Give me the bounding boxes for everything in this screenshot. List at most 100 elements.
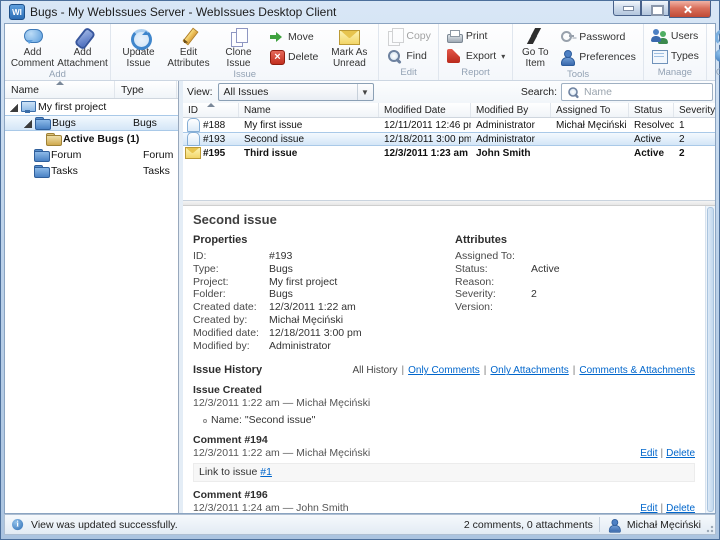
export-pdf-icon bbox=[446, 48, 462, 64]
users-icon bbox=[651, 28, 667, 44]
issue-link[interactable]: #1 bbox=[260, 466, 272, 478]
history-entry-comment-196: Comment #196 12/3/2011 1:24 am — John Sm… bbox=[193, 489, 695, 513]
unread-envelope-icon bbox=[185, 145, 201, 161]
close-connection-icon bbox=[714, 28, 720, 44]
copy-button[interactable]: Copy bbox=[382, 27, 435, 45]
copy-icon bbox=[386, 28, 402, 44]
column-assigned-to[interactable]: Assigned To bbox=[551, 103, 629, 117]
tree-item-active-bugs[interactable]: Active Bugs (1) bbox=[5, 131, 178, 147]
status-message: View was updated successfully. bbox=[31, 519, 178, 531]
entry-actions: Edit|Delete bbox=[640, 502, 695, 513]
update-issue-button[interactable]: Update Issue bbox=[114, 25, 163, 69]
minimize-button[interactable] bbox=[613, 1, 641, 16]
combo-arrow-icon: ▼ bbox=[357, 84, 373, 100]
types-icon bbox=[651, 48, 667, 64]
column-severity[interactable]: Severity bbox=[674, 103, 715, 117]
view-folder-icon bbox=[45, 131, 61, 147]
add-comment-button[interactable]: Add Comment bbox=[8, 25, 57, 69]
resize-grip-icon[interactable] bbox=[704, 523, 714, 533]
find-icon bbox=[386, 48, 402, 64]
projects-tree-panel: Name Type My first project Bugs Bugs Act… bbox=[5, 81, 179, 513]
status-separator bbox=[599, 517, 600, 532]
issue-history-heading: Issue History bbox=[193, 364, 352, 377]
tree-column-type[interactable]: Type bbox=[115, 81, 177, 98]
toolbar-group-connection: Close Details Connection bbox=[707, 24, 720, 80]
issue-row-selected[interactable]: #193 Second issue 12/18/2011 3:00 pm Adm… bbox=[183, 132, 715, 146]
details-button[interactable]: Details bbox=[710, 47, 720, 65]
go-to-item-button[interactable]: Go To Item bbox=[516, 25, 554, 69]
filter-all-history[interactable]: All History bbox=[352, 364, 404, 377]
folder-icon bbox=[34, 115, 50, 131]
print-button[interactable]: Print bbox=[442, 27, 509, 45]
edit-link[interactable]: Edit bbox=[640, 503, 657, 513]
view-label: View: bbox=[187, 86, 213, 98]
filter-bar: View: All Issues ▼ Search: bbox=[183, 81, 715, 103]
find-button[interactable]: Find bbox=[382, 47, 435, 65]
export-button[interactable]: Export ▾ bbox=[442, 47, 509, 65]
column-name[interactable]: Name bbox=[239, 103, 379, 117]
tree-item-tasks[interactable]: Tasks Tasks bbox=[5, 163, 178, 179]
window-controls bbox=[613, 1, 711, 18]
issue-list: ID Name Modified Date Modified By Assign… bbox=[183, 103, 715, 201]
toolbar-group-issue: Update Issue Edit Attributes Clone Issue… bbox=[111, 24, 379, 80]
toolbar-group-manage: Users Types Manage bbox=[644, 24, 707, 80]
app-window: WI Bugs - My WebIssues Server - WebIssue… bbox=[0, 0, 720, 540]
tree-item-project[interactable]: My first project bbox=[5, 99, 178, 115]
mark-as-unread-button[interactable]: Mark As Unread bbox=[323, 25, 375, 69]
password-button[interactable]: Password bbox=[555, 28, 640, 46]
history-filters: All History Only Comments Only Attachmen… bbox=[352, 364, 695, 377]
filter-only-comments[interactable]: Only Comments bbox=[408, 364, 486, 377]
view-combobox[interactable]: All Issues ▼ bbox=[218, 83, 374, 101]
issue-row-unread[interactable]: #195 Third issue 12/3/2011 1:23 am John … bbox=[183, 146, 715, 160]
close-button[interactable] bbox=[669, 1, 711, 18]
toolbar-group-tools: Go To Item Password Preferences Tools bbox=[513, 24, 644, 80]
maximize-button[interactable] bbox=[641, 1, 669, 16]
title-bar[interactable]: WI Bugs - My WebIssues Server - WebIssue… bbox=[1, 1, 719, 23]
tree-item-forum[interactable]: Forum Forum bbox=[5, 147, 178, 163]
types-button[interactable]: Types bbox=[647, 47, 703, 65]
users-button[interactable]: Users bbox=[647, 27, 703, 45]
status-user[interactable]: Michał Męciński bbox=[606, 517, 715, 533]
search-input[interactable] bbox=[584, 86, 709, 98]
expander-icon[interactable] bbox=[23, 119, 32, 128]
expander-icon[interactable] bbox=[9, 103, 18, 112]
preferences-button[interactable]: Preferences bbox=[555, 48, 640, 66]
comment-icon bbox=[22, 27, 44, 47]
filter-comments-attachments[interactable]: Comments & Attachments bbox=[579, 364, 695, 377]
delete-link[interactable]: Delete bbox=[666, 448, 695, 459]
issue-title: Second issue bbox=[193, 213, 695, 226]
toolbar: Add Comment Add Attachment Add Update Is… bbox=[5, 24, 715, 81]
window-title: Bugs - My WebIssues Server - WebIssues D… bbox=[30, 5, 336, 19]
entry-meta: 12/3/2011 1:22 am — Michał Męciński bbox=[193, 447, 370, 460]
details-scrollbar[interactable] bbox=[705, 206, 715, 513]
group-label-edit: Edit bbox=[382, 67, 435, 80]
column-id[interactable]: ID bbox=[183, 103, 239, 117]
filter-only-attachments[interactable]: Only Attachments bbox=[490, 364, 575, 377]
column-modified-by[interactable]: Modified By bbox=[471, 103, 551, 117]
search-icon bbox=[567, 86, 580, 99]
user-icon bbox=[607, 518, 621, 532]
add-attachment-button[interactable]: Add Attachment bbox=[58, 25, 107, 69]
tree-column-name[interactable]: Name bbox=[5, 81, 115, 98]
dropdown-arrow-icon: ▾ bbox=[501, 52, 505, 61]
clone-issue-button[interactable]: Clone Issue bbox=[214, 25, 263, 69]
scrollbar-thumb[interactable] bbox=[707, 207, 714, 512]
move-button[interactable]: Move bbox=[264, 28, 322, 46]
preferences-person-icon bbox=[559, 49, 575, 65]
edit-link[interactable]: Edit bbox=[640, 448, 657, 459]
window-body: Add Comment Add Attachment Add Update Is… bbox=[4, 23, 716, 514]
issue-history-header: Issue History All History Only Comments … bbox=[193, 364, 695, 377]
edit-attributes-button[interactable]: Edit Attributes bbox=[164, 25, 213, 69]
project-icon bbox=[20, 99, 36, 115]
column-modified-date[interactable]: Modified Date bbox=[379, 103, 471, 117]
group-label-connection: Connection bbox=[710, 67, 720, 80]
delete-link[interactable]: Delete bbox=[666, 503, 695, 513]
tree-item-bugs[interactable]: Bugs Bugs bbox=[5, 115, 178, 131]
delete-button[interactable]: Delete bbox=[264, 48, 322, 66]
folder-icon bbox=[33, 147, 49, 163]
group-label-add: Add bbox=[8, 69, 107, 81]
column-status[interactable]: Status bbox=[629, 103, 674, 117]
close-connection-button[interactable]: Close bbox=[710, 27, 720, 45]
issue-row[interactable]: #188 My first issue 12/11/2011 12:46 pm … bbox=[183, 118, 715, 132]
status-counts: 2 comments, 0 attachments bbox=[464, 519, 593, 531]
